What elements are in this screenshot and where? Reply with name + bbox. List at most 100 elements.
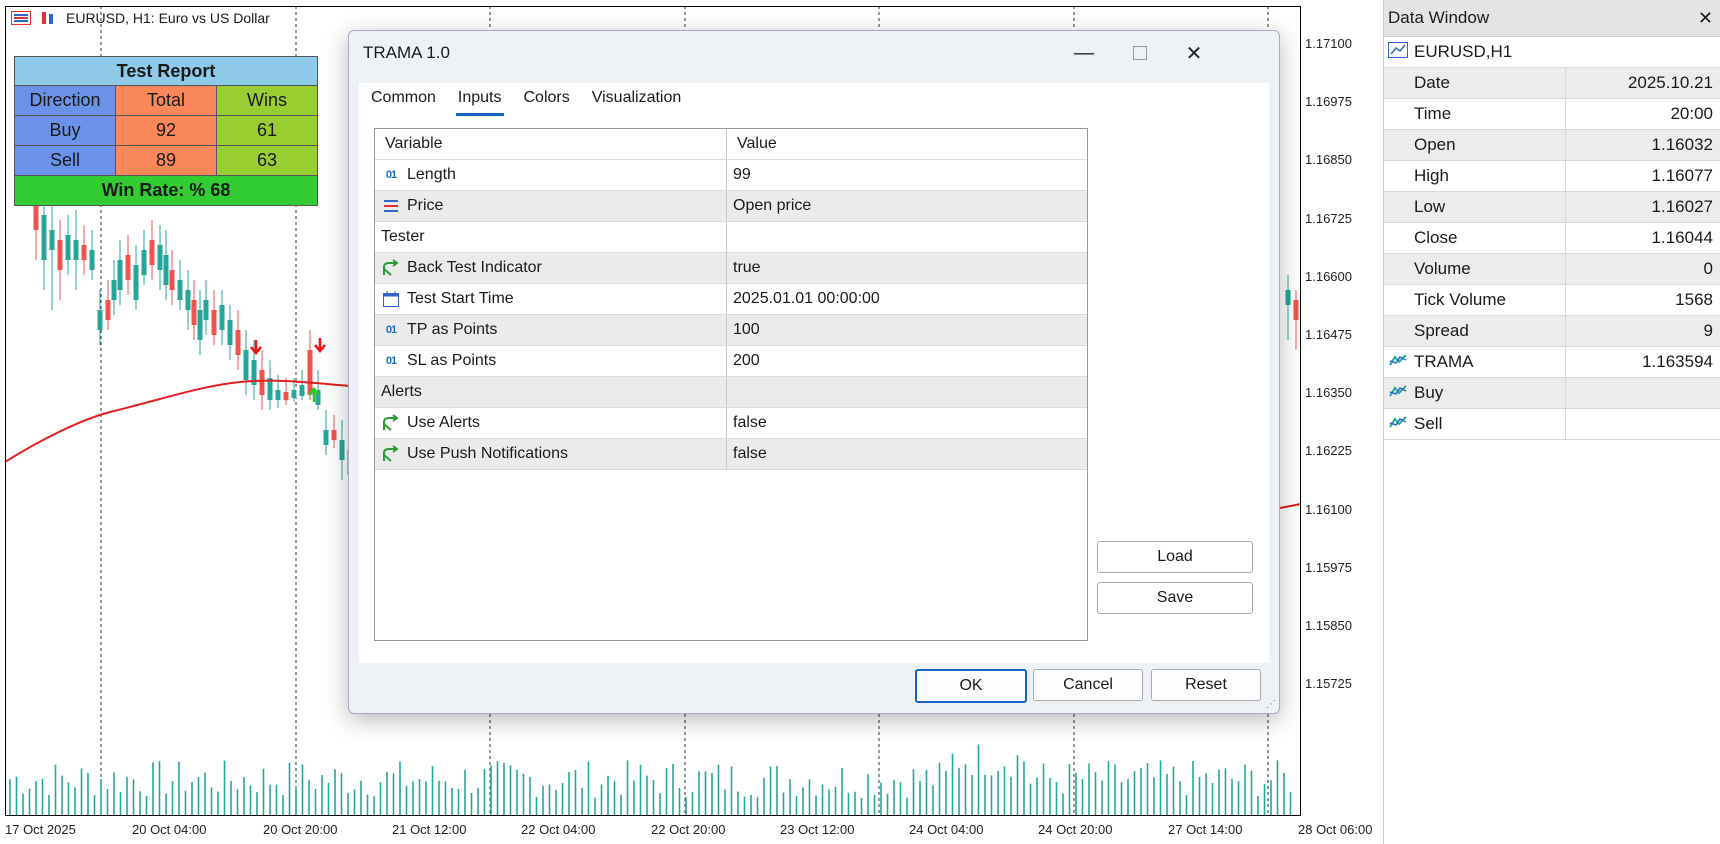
report-header-direction: Direction [15,86,116,115]
chart-menu-icon[interactable] [10,10,32,26]
input-value-cell[interactable]: 99 [727,160,1087,190]
report-header-total: Total [116,86,217,115]
data-window-row: Volume 0 [1384,254,1720,285]
reset-button[interactable]: Reset [1151,669,1261,701]
input-row[interactable]: 01 SL as Points 200 [375,346,1087,377]
input-value-cell[interactable]: 200 [727,346,1087,376]
time-tick-label: 22 Oct 20:00 [651,822,726,837]
data-window-titlebar: Data Window ✕ [1384,0,1720,37]
report-row-sell: Sell 89 63 [15,146,317,176]
time-tick-label: 17 Oct 2025 [5,822,76,837]
input-value-cell[interactable] [727,222,1087,252]
input-variable-cell: 01 TP as Points [375,315,727,345]
price-tick-label: 1.16350 [1305,385,1352,401]
data-window-rows: Date 2025.10.21 Time 20:00 Open 1.16032 High 1.… [1384,68,1720,440]
input-value-cell[interactable] [727,377,1087,407]
close-button[interactable]: ✕ [1171,37,1217,69]
input-row[interactable]: Back Test Indicator true [375,253,1087,284]
price-tick-label: 1.15725 [1305,676,1352,692]
resize-grip-icon[interactable]: ⋰ [1266,699,1276,710]
data-window-row: Close 1.16044 [1384,223,1720,254]
input-name: SL as Points [407,352,497,369]
input-variable-cell: Use Push Notifications [375,439,727,469]
bool-icon [381,445,401,463]
price-tick-label: 1.16850 [1305,152,1352,168]
input-value-cell[interactable]: 2025.01.01 00:00:00 [727,284,1087,314]
data-window-key: Volume [1384,254,1566,284]
report-direction: Sell [15,146,116,175]
data-window-value: 1.16044 [1651,228,1713,247]
tab-inputs[interactable]: Inputs [455,87,504,116]
dialog-titlebar[interactable]: TRAMA 1.0 — ✕ [349,31,1279,75]
input-group-row[interactable]: Alerts [375,377,1087,408]
data-window-value: 2025.10.21 [1627,73,1713,92]
data-window-key: Low [1384,192,1566,222]
grid-header-row: Variable Value [375,129,1087,160]
input-variable-cell: Back Test Indicator [375,253,727,283]
tab-visualization[interactable]: Visualization [590,87,684,116]
chart-symbol-title: EURUSD, H1: Euro vs US Dollar [66,10,270,26]
report-total: 89 [116,146,217,175]
data-window-row: Spread 9 [1384,316,1720,347]
data-window-symbol-row: EURUSD,H1 [1384,37,1720,68]
cancel-button[interactable]: Cancel [1033,669,1143,701]
data-window-key: Date [1384,68,1566,98]
input-value-cell[interactable]: false [727,439,1087,469]
input-row[interactable]: 01 Length 99 [375,160,1087,191]
input-row[interactable]: Use Alerts false [375,408,1087,439]
input-value-cell[interactable]: Open price [727,191,1087,221]
data-window-indicator-row: Buy [1384,378,1720,409]
data-window-key: Spread [1384,316,1566,346]
input-value-cell[interactable]: false [727,408,1087,438]
time-tick-label: 23 Oct 12:00 [780,822,855,837]
tab-common[interactable]: Common [369,87,438,116]
load-button[interactable]: Load [1097,541,1253,573]
report-wins: 61 [217,116,317,145]
data-window-key: Sell [1384,409,1566,439]
input-name: Back Test Indicator [407,259,542,276]
price-tick-label: 1.16225 [1305,443,1352,459]
minimize-button[interactable]: — [1061,37,1107,69]
input-row[interactable]: Price Open price [375,191,1087,222]
input-row[interactable]: Use Push Notifications false [375,439,1087,470]
close-icon[interactable]: ✕ [1698,8,1713,29]
indicator-icon [1388,414,1408,435]
input-value-cell[interactable]: true [727,253,1087,283]
data-window-row: Time 20:00 [1384,99,1720,130]
time-tick-label: 22 Oct 04:00 [521,822,596,837]
time-tick-label: 24 Oct 04:00 [909,822,984,837]
price-tick-label: 1.15850 [1305,618,1352,633]
data-window-key: High [1384,161,1566,191]
indicator-name: TRAMA [1414,352,1474,371]
input-value-cell[interactable]: 100 [727,315,1087,345]
input-row[interactable]: 01 TP as Points 100 [375,315,1087,346]
data-window-value [1566,409,1720,439]
data-window-value: 1.163594 [1642,352,1713,371]
data-window-key: Close [1384,223,1566,253]
input-name: TP as Points [407,321,498,338]
list-icon [381,198,401,214]
input-row[interactable]: Test Start Time 2025.01.01 00:00:00 [375,284,1087,315]
report-row-buy: Buy 92 61 [15,116,317,146]
report-header-wins: Wins [217,86,317,115]
calendar-icon [381,290,401,308]
indicator-name: Buy [1414,383,1444,402]
price-tick-label: 1.16975 [1305,94,1352,110]
data-window-indicator-row: TRAMA 1.163594 [1384,347,1720,378]
dialog-title: TRAMA 1.0 [363,43,450,62]
data-window-value [1566,378,1720,408]
data-window-value: 1568 [1675,290,1713,309]
grid-header-variable[interactable]: Variable [375,129,727,159]
price-tick-label: 1.16100 [1305,501,1352,517]
input-variable-cell: 01 SL as Points [375,346,727,376]
maximize-button[interactable] [1117,37,1163,69]
data-window: Data Window ✕ EURUSD,H1 Date 2025.10.21 Ti… [1383,0,1720,844]
input-name: Tester [381,228,425,245]
grid-header-value[interactable]: Value [727,129,1087,159]
ok-button[interactable]: OK [915,669,1027,703]
save-button[interactable]: Save [1097,582,1253,614]
input-group-row[interactable]: Tester [375,222,1087,253]
trading-icon[interactable] [38,10,60,26]
tab-colors[interactable]: Colors [522,87,572,116]
data-window-key: Buy [1384,378,1566,408]
